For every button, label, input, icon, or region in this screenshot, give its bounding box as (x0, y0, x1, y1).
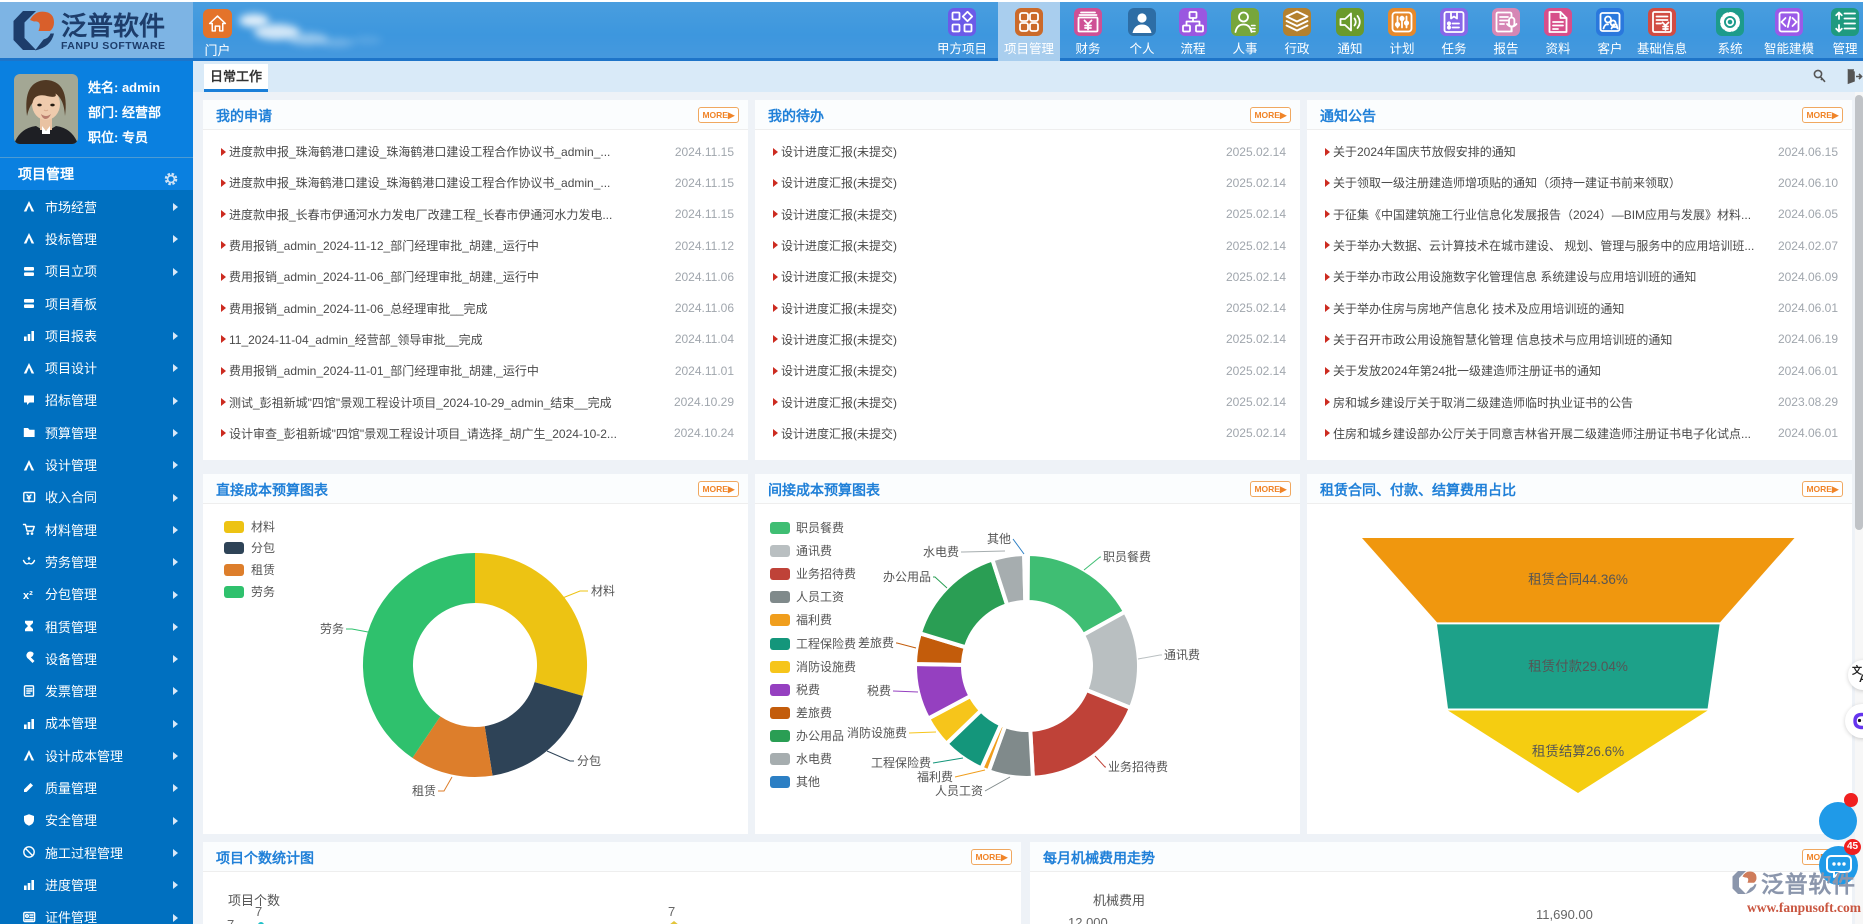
svg-text:业务招待费: 业务招待费 (796, 566, 856, 581)
svg-text:水电费: 水电费 (796, 752, 832, 766)
svg-text:业务招待费: 业务招待费 (1108, 759, 1168, 774)
svg-text:职员餐费: 职员餐费 (796, 520, 844, 535)
svg-text:租赁合同44.36%: 租赁合同44.36% (1528, 572, 1628, 587)
svg-text:职员餐费: 职员餐费 (1103, 549, 1151, 564)
svg-text:x²: x² (23, 590, 33, 601)
svg-text:租赁: 租赁 (412, 784, 436, 798)
svg-text:通讯费: 通讯费 (796, 544, 832, 558)
svg-text:差旅费: 差旅费 (796, 706, 832, 720)
svg-text:消防设施费: 消防设施费 (796, 659, 856, 674)
svg-text:劳务: 劳务 (320, 621, 344, 636)
svg-text:分包: 分包 (577, 754, 601, 768)
svg-text:其他: 其他 (796, 775, 820, 789)
svg-text:租赁: 租赁 (251, 563, 275, 577)
svg-text:A: A (1859, 673, 1863, 685)
svg-text:分包: 分包 (251, 541, 275, 555)
svg-text:福利费: 福利费 (796, 612, 832, 627)
svg-text:消防设施费: 消防设施费 (847, 725, 907, 740)
svg-text:人员工资: 人员工资 (796, 590, 844, 604)
svg-text:差旅费: 差旅费 (858, 636, 894, 650)
svg-text:租赁付款29.04%: 租赁付款29.04% (1528, 659, 1628, 674)
svg-text:通讯费: 通讯费 (1164, 648, 1200, 662)
svg-text:福利费: 福利费 (917, 769, 953, 784)
svg-text:材料: 材料 (591, 584, 615, 598)
svg-text:工程保险费: 工程保险费 (796, 636, 856, 651)
svg-text:办公用品: 办公用品 (883, 569, 931, 584)
svg-text:泛普软件: 泛普软件 (61, 11, 165, 41)
svg-text:工程保险费: 工程保险费 (871, 755, 931, 770)
svg-text:人员工资: 人员工资 (935, 784, 983, 798)
svg-text:泛普软件: 泛普软件 (1761, 871, 1855, 897)
svg-text:水电费: 水电费 (923, 545, 959, 559)
svg-text:FANPU SOFTWARE: FANPU SOFTWARE (61, 40, 165, 52)
svg-text:税费: 税费 (867, 684, 891, 698)
svg-text:劳务: 劳务 (251, 584, 275, 599)
svg-text:租赁结算26.6%: 租赁结算26.6% (1532, 744, 1624, 759)
svg-text:其他: 其他 (987, 532, 1011, 546)
svg-text:材料: 材料 (251, 520, 275, 534)
svg-text:税费: 税费 (796, 683, 820, 697)
svg-text:办公用品: 办公用品 (796, 728, 844, 743)
